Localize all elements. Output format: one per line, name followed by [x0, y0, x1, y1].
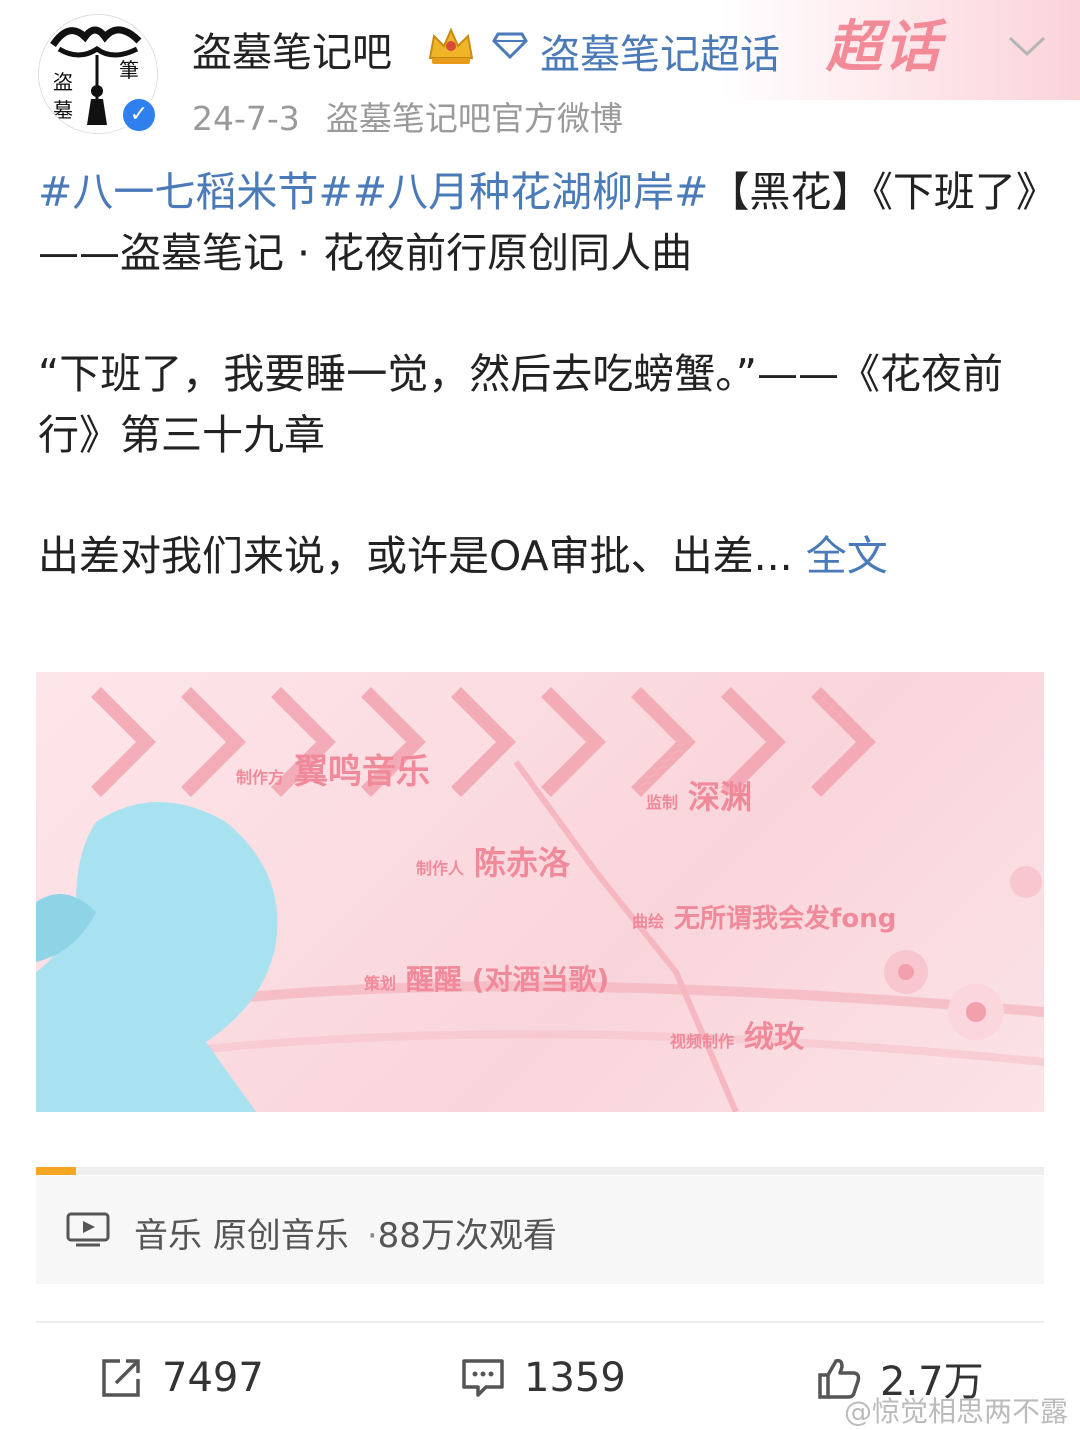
svg-text:盗: 盗: [53, 70, 73, 94]
hashtag-link[interactable]: #八一七稻米节#: [38, 168, 353, 216]
video-credit: 策划 醒醒 (对酒当歌): [364, 963, 610, 996]
video-progress-fill: [36, 1167, 77, 1175]
video-info-text: 音乐 原创音乐 ·88万次观看: [134, 1208, 557, 1257]
video-credit: 监制 深渊: [646, 778, 753, 816]
excerpt-text: 出差对我们来说，或许是OA审批、出差...: [38, 532, 793, 580]
share-button[interactable]: 7497: [98, 1350, 264, 1406]
post-title: #八一七稻米节##八月种花湖柳岸#【黑花】《下班了》——盗墓笔记 · 花夜前行原…: [38, 162, 1038, 284]
comment-icon: [462, 1359, 504, 1397]
post-source: 盗墓笔记吧官方微博: [325, 99, 623, 138]
video-thumbnail-art: [36, 687, 1044, 1112]
hashtag-link[interactable]: #八月种花湖柳岸#: [353, 168, 709, 216]
video-play-icon: [66, 1212, 110, 1247]
separator: ·: [366, 1216, 378, 1256]
post-date: 24-7-3: [192, 99, 300, 138]
supertopic-diamond-icon: [492, 32, 528, 60]
svg-text:筆: 筆: [119, 58, 139, 82]
watermark: @惊觉相思两不露: [843, 1395, 1068, 1428]
video-credit: 视频制作 绒玫: [670, 1020, 805, 1055]
divider: [36, 1321, 1044, 1323]
verified-badge-icon: ✓: [120, 96, 158, 134]
supertopic-link[interactable]: 盗墓笔记超话: [540, 22, 780, 80]
comment-button[interactable]: 1359: [460, 1350, 626, 1406]
post-content: #八一七稻米节##八月种花湖柳岸#【黑花】《下班了》——盗墓笔记 · 花夜前行原…: [38, 162, 1038, 587]
video-info-bar[interactable]: 音乐 原创音乐 ·88万次观看: [36, 1176, 1044, 1284]
video-credit: 制作人 陈赤洛: [416, 844, 571, 882]
share-icon: [102, 1359, 140, 1397]
vip-crown-icon: [428, 27, 474, 64]
video-player[interactable]: 制作方 翼鸣音乐 监制 深渊 制作人 陈赤洛 曲绘 无所谓我会发fong 策划 醒醒 (对…: [36, 672, 1044, 1112]
video-subcategory: 原创音乐: [212, 1216, 349, 1256]
video-category: 音乐: [134, 1216, 202, 1256]
comment-count: 1359: [524, 1355, 626, 1401]
supertopic-badge: 超话: [826, 15, 942, 80]
video-credit: 制作方 翼鸣音乐: [236, 752, 431, 792]
excerpt: 出差对我们来说，或许是OA审批、出差... 全文: [38, 526, 1038, 587]
chevron-down-icon[interactable]: [1004, 30, 1050, 60]
svg-text:墓: 墓: [53, 98, 73, 122]
view-count: 88万次观看: [377, 1216, 557, 1256]
expand-full-text-link[interactable]: 全文: [806, 532, 888, 580]
share-count: 7497: [162, 1355, 264, 1401]
post-header: 盗 墓 筆 ✓ 盗墓笔记吧 盗墓笔记超话 超话 24-7-3 盗墓笔记吧官方微博: [0, 0, 1080, 150]
video-progress-bar[interactable]: [36, 1167, 1044, 1175]
post-meta: 24-7-3 盗墓笔记吧官方微博: [192, 92, 649, 140]
quote-text: “下班了，我要睡一觉，然后去吃螃蟹。”——《花夜前行》第三十九章: [38, 350, 1003, 459]
author-name[interactable]: 盗墓笔记吧: [192, 20, 392, 78]
video-credit: 曲绘 无所谓我会发fong: [632, 904, 897, 934]
